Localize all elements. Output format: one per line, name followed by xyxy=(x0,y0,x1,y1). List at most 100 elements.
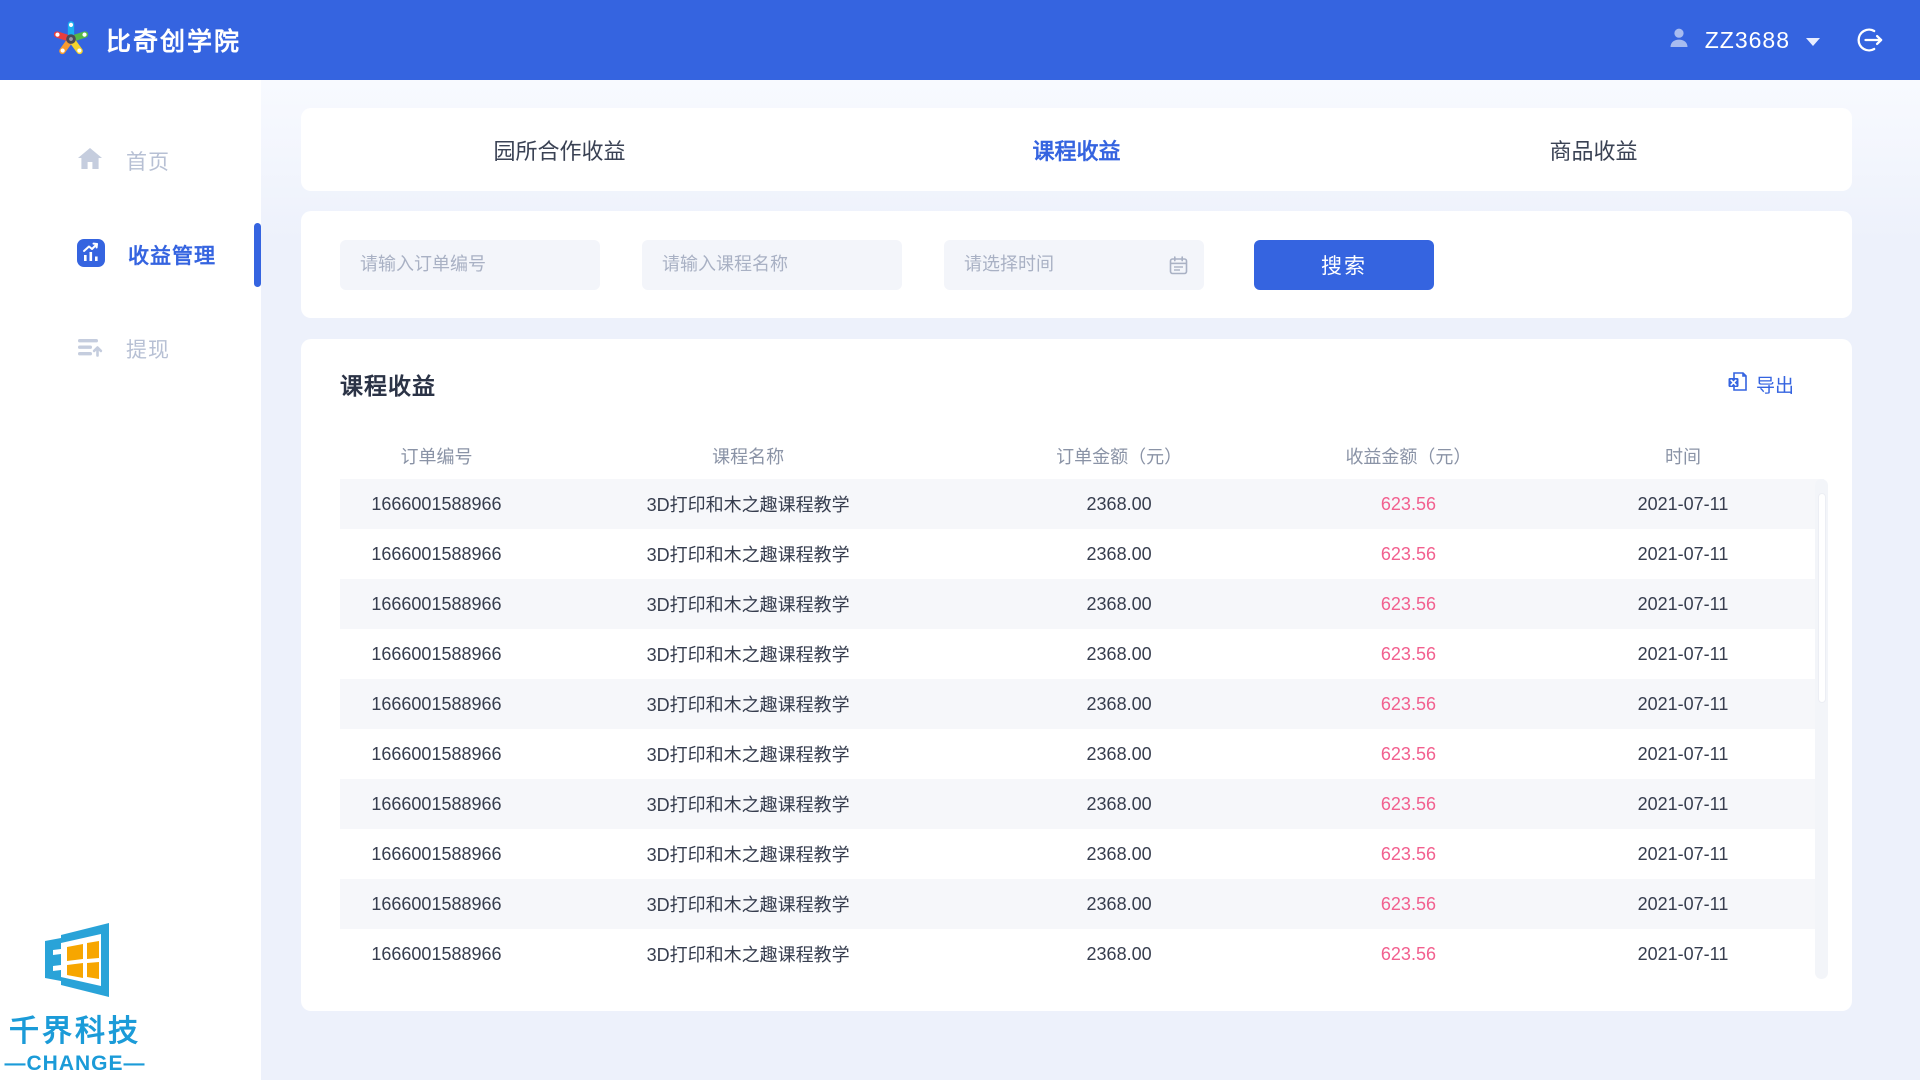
table-cell: 623.56 xyxy=(1275,544,1542,565)
table-cell: 2021-07-11 xyxy=(1542,844,1824,865)
table-cell: 3D打印和木之趣课程教学 xyxy=(533,591,963,617)
sidebar-item-label: 收益管理 xyxy=(128,240,216,270)
table-cell: 1666001588966 xyxy=(340,794,533,815)
table-column-header: 课程名称 xyxy=(533,443,963,469)
user-name[interactable]: ZZ3688 xyxy=(1705,27,1790,54)
table-cell: 2368.00 xyxy=(963,794,1275,815)
table-row[interactable]: 16660015889663D打印和木之趣课程教学2368.00623.5620… xyxy=(340,529,1824,579)
table-cell: 2368.00 xyxy=(963,494,1275,515)
table-cell: 623.56 xyxy=(1275,594,1542,615)
company-logo: 千界科技 —CHANGE— xyxy=(0,921,150,1076)
sidebar-item-home[interactable]: 首页 xyxy=(0,136,261,186)
calendar-icon xyxy=(1169,256,1188,280)
tab-course-revenue[interactable]: 课程收益 xyxy=(818,134,1335,166)
table-cell: 2021-07-11 xyxy=(1542,694,1824,715)
table-cell: 623.56 xyxy=(1275,794,1542,815)
table-cell: 2368.00 xyxy=(963,544,1275,565)
table-row[interactable]: 16660015889663D打印和木之趣课程教学2368.00623.5620… xyxy=(340,629,1824,679)
table-cell: 2021-07-11 xyxy=(1542,944,1824,965)
table-cell: 3D打印和木之趣课程教学 xyxy=(533,891,963,917)
brand-star-icon xyxy=(52,18,90,63)
date-picker-input[interactable] xyxy=(944,240,1204,290)
table-cell: 623.56 xyxy=(1275,944,1542,965)
table-row[interactable]: 16660015889663D打印和木之趣课程教学2368.00623.5620… xyxy=(340,829,1824,879)
chevron-down-icon[interactable] xyxy=(1806,38,1820,46)
withdraw-icon xyxy=(76,335,104,364)
table-row[interactable]: 16660015889663D打印和木之趣课程教学2368.00623.5620… xyxy=(340,929,1824,979)
table-cell: 2368.00 xyxy=(963,894,1275,915)
course-revenue-table: 订单编号课程名称订单金额（元）收益金额（元）时间 16660015889663D… xyxy=(340,433,1824,979)
table-cell: 623.56 xyxy=(1275,644,1542,665)
table-cell: 2021-07-11 xyxy=(1542,594,1824,615)
table-scrollbar[interactable] xyxy=(1815,479,1828,979)
table-cell: 1666001588966 xyxy=(340,544,533,565)
table-cell: 2021-07-11 xyxy=(1542,544,1824,565)
table-cell: 1666001588966 xyxy=(340,844,533,865)
sidebar-item-revenue[interactable]: 收益管理 xyxy=(0,230,261,280)
table-cell: 2368.00 xyxy=(963,594,1275,615)
sidebar-item-withdraw[interactable]: 提现 xyxy=(0,324,261,374)
table-row[interactable]: 16660015889663D打印和木之趣课程教学2368.00623.5620… xyxy=(340,729,1824,779)
table-cell: 1666001588966 xyxy=(340,644,533,665)
sidebar-item-label: 首页 xyxy=(126,146,170,176)
company-logo-mark-icon xyxy=(31,986,119,1003)
table-cell: 1666001588966 xyxy=(340,944,533,965)
table-cell: 623.56 xyxy=(1275,694,1542,715)
table-scrollbar-thumb[interactable] xyxy=(1818,493,1826,703)
export-label: 导出 xyxy=(1756,371,1794,398)
table-cell: 623.56 xyxy=(1275,844,1542,865)
table-cell: 1666001588966 xyxy=(340,744,533,765)
table-cell: 2021-07-11 xyxy=(1542,794,1824,815)
table-body: 16660015889663D打印和木之趣课程教学2368.00623.5620… xyxy=(340,479,1824,979)
table-row[interactable]: 16660015889663D打印和木之趣课程教学2368.00623.5620… xyxy=(340,479,1824,529)
main-content: 园所合作收益 课程收益 商品收益 xyxy=(261,80,1920,1080)
table-cell: 3D打印和木之趣课程教学 xyxy=(533,791,963,817)
course-name-input[interactable] xyxy=(642,240,902,290)
table-cell: 623.56 xyxy=(1275,744,1542,765)
table-cell: 623.56 xyxy=(1275,894,1542,915)
table-row[interactable]: 16660015889663D打印和木之趣课程教学2368.00623.5620… xyxy=(340,779,1824,829)
table-row[interactable]: 16660015889663D打印和木之趣课程教学2368.00623.5620… xyxy=(340,579,1824,629)
table-column-header: 订单编号 xyxy=(340,443,533,469)
user-area: ZZ3688 xyxy=(1667,25,1884,55)
table-cell: 1666001588966 xyxy=(340,594,533,615)
table-cell: 1666001588966 xyxy=(340,694,533,715)
table-cell: 1666001588966 xyxy=(340,894,533,915)
table-cell: 1666001588966 xyxy=(340,494,533,515)
table-row[interactable]: 16660015889663D打印和木之趣课程教学2368.00623.5620… xyxy=(340,879,1824,929)
table-row[interactable]: 16660015889663D打印和木之趣课程教学2368.00623.5620… xyxy=(340,679,1824,729)
logout-button[interactable] xyxy=(1854,25,1884,55)
table-cell: 3D打印和木之趣课程教学 xyxy=(533,641,963,667)
table-cell: 2021-07-11 xyxy=(1542,644,1824,665)
table-cell: 3D打印和木之趣课程教学 xyxy=(533,541,963,567)
table-cell: 2021-07-11 xyxy=(1542,744,1824,765)
table-cell: 2368.00 xyxy=(963,744,1275,765)
table-cell: 3D打印和木之趣课程教学 xyxy=(533,691,963,717)
course-revenue-panel: 课程收益 导出 订单编号课程名称订单金额（元）收益金额（元）时间 xyxy=(301,339,1852,1011)
table-column-header: 收益金额（元） xyxy=(1275,443,1542,469)
table-cell: 2368.00 xyxy=(963,844,1275,865)
home-icon xyxy=(76,146,104,177)
revenue-chart-icon xyxy=(76,238,106,273)
company-logo-subtitle: —CHANGE— xyxy=(0,1052,150,1076)
table-cell: 2021-07-11 xyxy=(1542,494,1824,515)
table-cell: 3D打印和木之趣课程教学 xyxy=(533,491,963,517)
brand: 比奇创学院 xyxy=(52,18,241,63)
table-cell: 2368.00 xyxy=(963,644,1275,665)
sidebar-item-label: 提现 xyxy=(126,334,170,364)
search-button[interactable]: 搜索 xyxy=(1254,240,1434,290)
table-cell: 623.56 xyxy=(1275,494,1542,515)
table-cell: 3D打印和木之趣课程教学 xyxy=(533,741,963,767)
export-button[interactable]: 导出 xyxy=(1727,371,1794,398)
table-cell: 3D打印和木之趣课程教学 xyxy=(533,841,963,867)
company-logo-name: 千界科技 xyxy=(0,1006,150,1050)
search-bar: 搜索 xyxy=(301,211,1852,318)
tab-goods-revenue[interactable]: 商品收益 xyxy=(1335,134,1852,166)
top-bar: 比奇创学院 ZZ3688 xyxy=(0,0,1920,80)
table-column-header: 时间 xyxy=(1542,443,1824,469)
order-number-input[interactable] xyxy=(340,240,600,290)
brand-title: 比奇创学院 xyxy=(106,22,241,58)
tab-garden-coop-revenue[interactable]: 园所合作收益 xyxy=(301,134,818,166)
table-cell: 2368.00 xyxy=(963,694,1275,715)
table-column-header: 订单金额（元） xyxy=(963,443,1275,469)
